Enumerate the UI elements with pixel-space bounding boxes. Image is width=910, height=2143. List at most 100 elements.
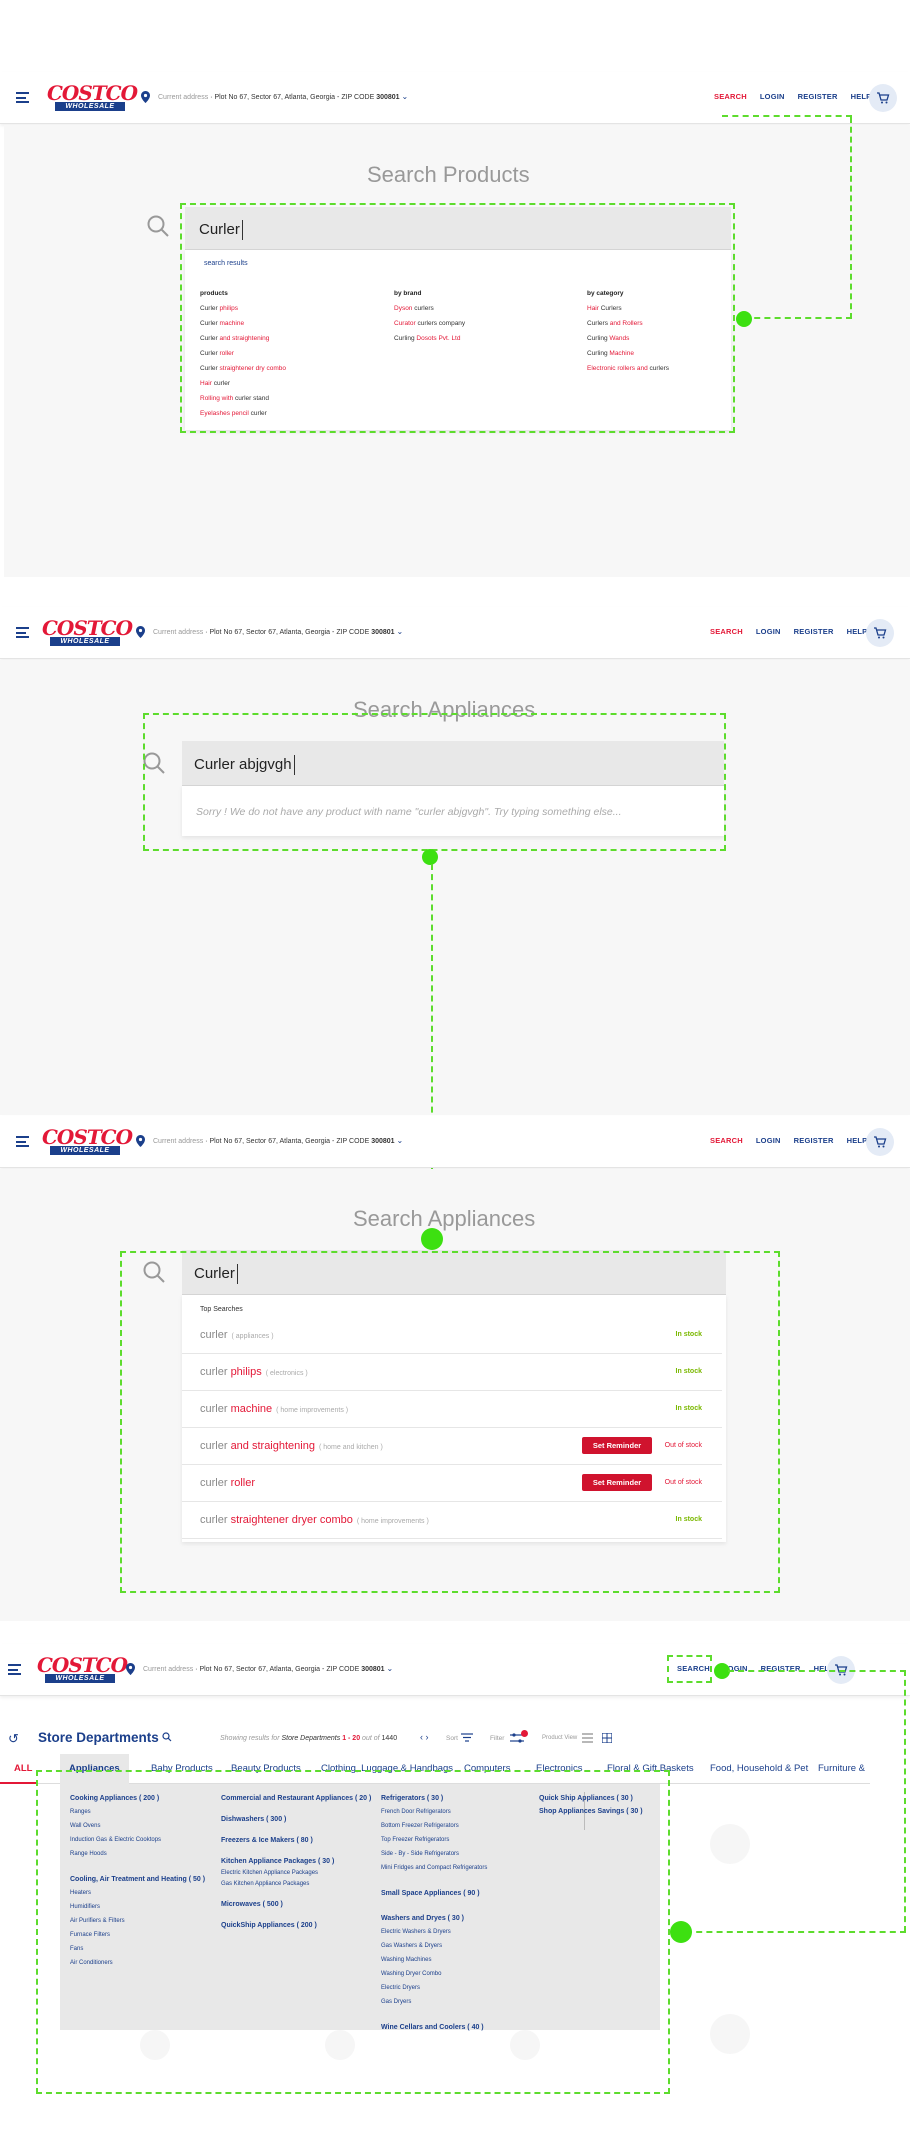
zip-label: ZIP CODE bbox=[326, 1666, 360, 1673]
logo-subtext: WHOLESALE bbox=[55, 102, 125, 111]
top-nav: SEARCH LOGIN REGISTER HELP bbox=[714, 92, 884, 101]
header: COSTCO WHOLESALE Current address · Plot … bbox=[0, 1116, 910, 1168]
address-text: Plot No 67, Sector 67, Atlanta, Georgia bbox=[209, 629, 331, 636]
annotation-box bbox=[36, 1770, 670, 2094]
address-label: Current address bbox=[158, 94, 209, 101]
zip-code: 300801 bbox=[371, 629, 395, 636]
annotation-line bbox=[744, 317, 852, 319]
tab-furniture[interactable]: Furniture & bbox=[818, 1763, 865, 1774]
annotation-line bbox=[850, 117, 852, 319]
hamburger-menu-icon[interactable] bbox=[16, 92, 29, 103]
annotation-dot bbox=[736, 311, 752, 327]
page-title: Search Products bbox=[367, 162, 530, 187]
back-icon[interactable]: ↺ bbox=[8, 1731, 19, 1747]
store-departments-bar: ↺ Store Departments Showing results for … bbox=[0, 1724, 910, 1754]
nav-register[interactable]: REGISTER bbox=[794, 1136, 834, 1145]
costco-logo[interactable]: COSTCO WHOLESALE bbox=[42, 618, 133, 648]
annotation-box bbox=[722, 115, 852, 120]
search-icon[interactable] bbox=[146, 214, 170, 238]
active-tab-underline bbox=[0, 1782, 36, 1784]
tab-all[interactable]: ALL bbox=[14, 1763, 32, 1774]
annotation-box bbox=[180, 203, 735, 433]
annotation-line bbox=[728, 1670, 906, 1672]
pagination-arrows-icon[interactable]: ‹ › bbox=[420, 1732, 429, 1742]
logo-subtext: WHOLESALE bbox=[50, 1146, 120, 1155]
out-of-label: out of bbox=[362, 1735, 380, 1742]
results-total: 1440 bbox=[381, 1735, 398, 1742]
list-view-icon[interactable] bbox=[582, 1733, 593, 1743]
costco-logo[interactable]: COSTCO WHOLESALE bbox=[42, 1125, 133, 1157]
annotation-dot bbox=[670, 1921, 692, 1943]
sort-label: Sort bbox=[446, 1735, 458, 1742]
annotation-dot bbox=[422, 849, 438, 865]
address-text: Plot No 67, Sector 67, Atlanta, Georgia bbox=[214, 94, 336, 101]
nav-help[interactable]: HELP bbox=[847, 627, 868, 636]
nav-register[interactable]: REGISTER bbox=[798, 92, 838, 101]
sort-icon[interactable] bbox=[461, 1733, 473, 1742]
nav-search[interactable]: SEARCH bbox=[710, 1136, 743, 1145]
annotation-box bbox=[667, 1655, 712, 1683]
zip-label: ZIP CODE bbox=[336, 1138, 370, 1145]
hamburger-menu-icon[interactable] bbox=[16, 1136, 29, 1147]
logo-wordmark: COSTCO bbox=[47, 81, 138, 105]
address-selector[interactable]: Current address · Plot No 67, Sector 67,… bbox=[143, 1664, 393, 1673]
grid-view-icon[interactable] bbox=[602, 1733, 612, 1743]
search-icon[interactable] bbox=[162, 1732, 172, 1742]
costco-logo[interactable]: COSTCO WHOLESALE bbox=[37, 1655, 128, 1685]
store-departments-title: Store Departments bbox=[38, 1730, 159, 1745]
nav-search[interactable]: SEARCH bbox=[710, 627, 743, 636]
chevron-down-icon: ⌄ bbox=[386, 1664, 394, 1673]
annotation-line bbox=[686, 1931, 906, 1933]
location-pin-icon bbox=[136, 626, 145, 638]
address-selector[interactable]: Current address · Plot No 67, Sector 67,… bbox=[158, 92, 408, 101]
cart-icon bbox=[874, 1136, 887, 1148]
annotation-line bbox=[904, 1670, 906, 1932]
results-range: 1 - 20 bbox=[342, 1735, 361, 1742]
hamburger-menu-icon[interactable] bbox=[8, 1664, 21, 1675]
header: COSTCO WHOLESALE Current address · Plot … bbox=[0, 607, 910, 659]
page: COSTCO WHOLESALE Current address · Plot … bbox=[0, 0, 910, 2143]
zip-label: ZIP CODE bbox=[336, 629, 370, 636]
filter-label: Filter bbox=[490, 1735, 505, 1742]
cart-icon bbox=[877, 92, 890, 104]
address-text: Plot No 67, Sector 67, Atlanta, Georgia bbox=[209, 1138, 331, 1145]
background-product-cards bbox=[660, 1784, 870, 2114]
logo-wordmark: COSTCO bbox=[42, 1125, 133, 1149]
page-title: Search Appliances bbox=[353, 1206, 536, 1231]
annotation-dot bbox=[421, 1228, 443, 1250]
address-selector[interactable]: Current address · Plot No 67, Sector 67,… bbox=[153, 1136, 403, 1145]
location-pin-icon bbox=[136, 1135, 145, 1147]
cart-button[interactable] bbox=[866, 1128, 894, 1156]
results-summary: Showing results for Store Departments 1 … bbox=[220, 1735, 397, 1742]
zip-code: 300801 bbox=[376, 94, 400, 101]
product-image bbox=[710, 1824, 750, 1864]
nav-login[interactable]: LOGIN bbox=[756, 1136, 781, 1145]
showing-label: Showing results for bbox=[220, 1735, 280, 1742]
chevron-down-icon: ⌄ bbox=[396, 627, 404, 636]
logo-subtext: WHOLESALE bbox=[50, 637, 120, 646]
cart-button[interactable] bbox=[866, 619, 894, 647]
filter-badge bbox=[521, 1730, 528, 1737]
zip-label: ZIP CODE bbox=[341, 94, 375, 101]
nav-login[interactable]: LOGIN bbox=[760, 92, 785, 101]
chevron-down-icon: ⌄ bbox=[401, 92, 409, 101]
tab-food-household-pet[interactable]: Food, Household & Pet bbox=[710, 1763, 808, 1774]
zip-code: 300801 bbox=[371, 1138, 395, 1145]
address-label: Current address bbox=[153, 629, 204, 636]
zip-code: 300801 bbox=[361, 1666, 385, 1673]
hamburger-menu-icon[interactable] bbox=[16, 627, 29, 638]
location-pin-icon bbox=[126, 1663, 135, 1675]
logo-subtext: WHOLESALE bbox=[45, 1674, 115, 1683]
nav-login[interactable]: LOGIN bbox=[756, 627, 781, 636]
nav-help[interactable]: HELP bbox=[847, 1136, 868, 1145]
top-nav: SEARCH LOGIN REGISTER HELP bbox=[710, 1136, 880, 1145]
address-selector[interactable]: Current address · Plot No 67, Sector 67,… bbox=[153, 627, 403, 636]
nav-search[interactable]: SEARCH bbox=[714, 92, 747, 101]
address-label: Current address bbox=[153, 1138, 204, 1145]
annotation-box bbox=[143, 713, 726, 851]
cart-button[interactable] bbox=[869, 84, 897, 112]
annotation-box bbox=[120, 1251, 780, 1593]
nav-register[interactable]: REGISTER bbox=[794, 627, 834, 636]
costco-logo[interactable]: COSTCO WHOLESALE bbox=[47, 81, 138, 113]
location-pin-icon bbox=[141, 91, 150, 103]
